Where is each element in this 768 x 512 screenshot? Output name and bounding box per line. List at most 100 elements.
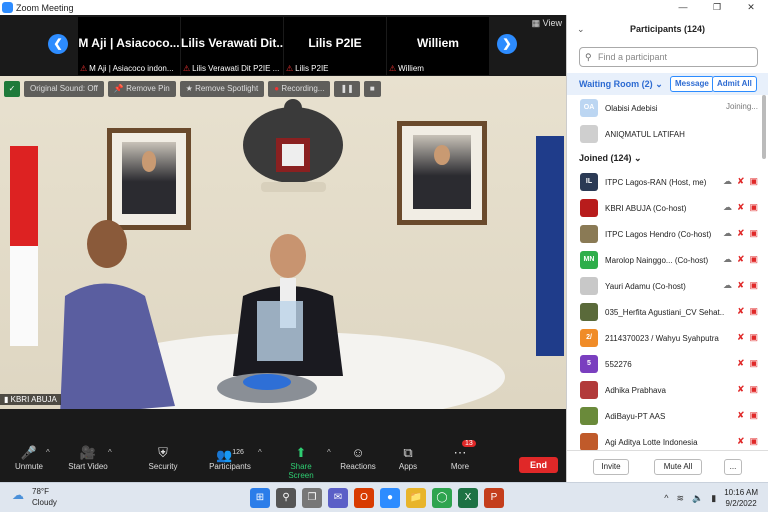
muted-mic-icon[interactable]: ✘: [737, 384, 745, 395]
participant-row[interactable]: MN Marolop Nainggo... (Co-host) ☁ ✘ ▣: [567, 247, 768, 273]
video-off-icon: ▣: [749, 436, 758, 446]
participant-row[interactable]: OA Olabisi Adebisi Joining...: [567, 95, 768, 121]
participant-row[interactable]: ITPC Lagos Hendro (Co-host) ☁ ✘ ▣: [567, 221, 768, 247]
participant-name: Agi Aditya Lotte Indonesia: [605, 437, 698, 447]
meeting-area: ❮ M Aji | Asiacoco... ⚠ M Aji | Asiacoco …: [0, 15, 566, 482]
stop-recording-button[interactable]: ■: [363, 81, 381, 97]
muted-mic-icon[interactable]: ✘: [737, 228, 745, 239]
invite-button[interactable]: Invite: [593, 459, 629, 475]
share-screen-button[interactable]: ⬆ Share Screen: [277, 444, 325, 480]
shield-icon[interactable]: ✓: [4, 81, 20, 97]
participants-panel: ⌄ Participants (124) ⚲ Find a participant …: [566, 15, 768, 482]
muted-mic-icon[interactable]: ✘: [737, 176, 745, 187]
participants-button[interactable]: 👥126 Participants: [207, 444, 253, 471]
admit-all-button[interactable]: Admit All: [712, 76, 757, 92]
joining-status: Joining...: [725, 102, 758, 111]
avatar: [580, 225, 598, 243]
muted-mic-icon[interactable]: ✘: [737, 254, 745, 265]
apps-button[interactable]: ⧉ Apps: [394, 444, 422, 471]
share-options-caret[interactable]: ^: [327, 448, 331, 457]
muted-mic-icon[interactable]: ✘: [737, 436, 745, 447]
restore-button[interactable]: ❐: [700, 0, 734, 15]
participant-row[interactable]: KBRI ABUJA (Co-host) ☁ ✘ ▣: [567, 195, 768, 221]
reactions-button[interactable]: ☺ Reactions: [339, 444, 377, 471]
participant-row[interactable]: Yauri Adamu (Co-host) ☁ ✘ ▣: [567, 273, 768, 299]
powerpoint-icon[interactable]: P: [484, 488, 504, 508]
joined-header[interactable]: Joined (124) ⌄: [567, 147, 768, 169]
scrollbar[interactable]: [762, 95, 766, 159]
wifi-icon[interactable]: ≋: [676, 493, 684, 504]
task-view-icon[interactable]: ❐: [302, 488, 322, 508]
view-button[interactable]: ▦ View: [532, 18, 562, 29]
volume-icon[interactable]: 🔈: [692, 493, 703, 504]
participant-row[interactable]: IL ITPC Lagos-RAN (Host, me) ☁ ✘ ▣: [567, 169, 768, 195]
participant-row[interactable]: Adhika Prabhava ✘ ▣: [567, 377, 768, 403]
share-screen-icon: ⬆: [295, 445, 307, 460]
video-off-icon: ▣: [749, 176, 758, 186]
muted-mic-icon[interactable]: ✘: [737, 202, 745, 213]
avatar: 2/: [580, 329, 598, 347]
raise-hand-icon: ☁: [722, 228, 732, 238]
pause-recording-button[interactable]: ❚❚: [334, 81, 360, 97]
title-bar: Zoom Meeting — ❐ ✕: [0, 0, 768, 15]
clock[interactable]: 10:16 AM 9/2/2022: [724, 487, 758, 509]
office-icon[interactable]: O: [354, 488, 374, 508]
muted-mic-icon[interactable]: ✘: [737, 358, 745, 369]
participant-name: ITPC Lagos Hendro (Co-host): [605, 229, 712, 239]
tray-overflow-icon[interactable]: ^: [664, 493, 668, 503]
thumbnail-tile[interactable]: Williem ⚠ Williem: [387, 17, 489, 75]
muted-mic-icon[interactable]: ✘: [737, 306, 745, 317]
thumbnail-tile[interactable]: Lilis P2IE ⚠ Lilis P2IE: [284, 17, 386, 75]
waiting-room-header[interactable]: Waiting Room (2) ⌄ Message Admit All: [567, 73, 768, 95]
muted-mic-icon[interactable]: ✘: [737, 280, 745, 291]
next-page-button[interactable]: ❯: [497, 34, 517, 54]
more-button[interactable]: ⋯ 13 More: [446, 440, 476, 471]
portrait-frame: [397, 121, 487, 225]
participant-row[interactable]: AdiBayu-PT AAS ✘ ▣: [567, 403, 768, 429]
thumbnail-tile[interactable]: M Aji | Asiacoco... ⚠ M Aji | Asiacoco in…: [78, 17, 180, 75]
security-button[interactable]: ⛨ Security: [146, 444, 180, 471]
avatar: OA: [580, 99, 598, 117]
participant-row[interactable]: 035_Herfita Agustiani_CV Sehat... ✘ ▣: [567, 299, 768, 325]
start-icon[interactable]: ⊞: [250, 488, 270, 508]
close-button[interactable]: ✕: [734, 0, 768, 15]
participant-row[interactable]: ANIQMATUL LATIFAH: [567, 121, 768, 147]
search-input[interactable]: ⚲ Find a participant: [579, 47, 758, 67]
battery-icon[interactable]: ▮: [711, 493, 716, 504]
audio-options-caret[interactable]: ^: [46, 448, 50, 457]
weather-widget[interactable]: ☁ 78°F Cloudy: [12, 486, 57, 508]
participant-row[interactable]: 2/2114370023 / Wahyu Syahputra ✘ ▣: [567, 325, 768, 351]
raise-hand-icon: ☁: [722, 254, 732, 264]
muted-mic-icon[interactable]: ✘: [737, 410, 745, 421]
more-options-button[interactable]: ...: [724, 459, 742, 475]
people-icon: 👥126: [216, 447, 244, 463]
file-explorer-icon[interactable]: 📁: [406, 488, 426, 508]
video-off-icon: ▣: [749, 384, 758, 394]
avatar: [580, 433, 598, 451]
unmute-button[interactable]: 🎤 Unmute: [14, 444, 44, 471]
chat-icon[interactable]: ✉: [328, 488, 348, 508]
participant-row[interactable]: 5 552276 ✘ ▣: [567, 351, 768, 377]
start-video-button[interactable]: 🎥 Start Video: [66, 444, 110, 471]
muted-mic-icon[interactable]: ✘: [737, 332, 745, 343]
thumbnail-name: Lilis P2IE: [308, 36, 362, 50]
excel-icon[interactable]: X: [458, 488, 478, 508]
thumbnail-tile[interactable]: Lilis Verawati Dit... ⚠ Lilis Verawati Di…: [181, 17, 283, 75]
zoom-icon[interactable]: ●: [380, 488, 400, 508]
collapse-panel-button[interactable]: ⌄: [577, 15, 585, 43]
message-button[interactable]: Message: [670, 76, 714, 92]
remove-spotlight-button[interactable]: ★ Remove Spotlight: [179, 81, 265, 97]
muted-mic-icon: ⚠: [80, 64, 88, 73]
end-meeting-button[interactable]: End: [519, 457, 558, 473]
remove-pin-button[interactable]: 📌 Remove Pin: [107, 81, 176, 97]
video-off-icon: ▣: [749, 306, 758, 316]
search-icon[interactable]: ⚲: [276, 488, 296, 508]
participants-options-caret[interactable]: ^: [258, 448, 262, 457]
mute-all-button[interactable]: Mute All: [654, 459, 702, 475]
avatar: [580, 277, 598, 295]
chrome-icon[interactable]: ◯: [432, 488, 452, 508]
original-sound-button[interactable]: Original Sound: Off: [24, 81, 104, 97]
minimize-button[interactable]: —: [666, 0, 700, 15]
prev-page-button[interactable]: ❮: [48, 34, 68, 54]
video-options-caret[interactable]: ^: [108, 448, 112, 457]
